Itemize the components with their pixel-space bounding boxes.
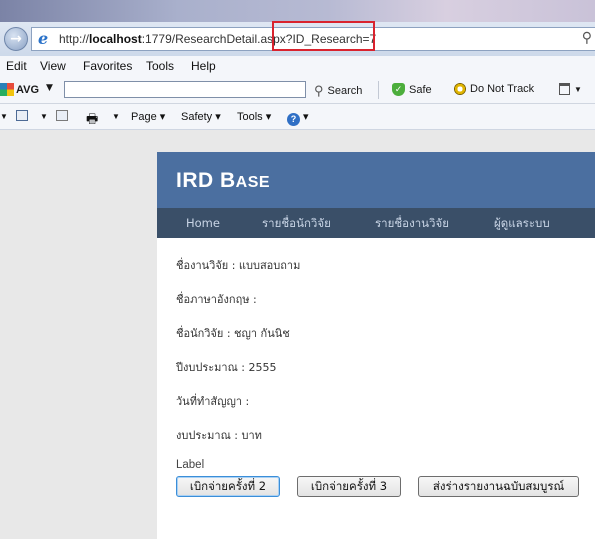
chevron-down-icon[interactable]: ▼ bbox=[40, 112, 48, 121]
avg-icon bbox=[0, 83, 14, 96]
safety-menu[interactable]: Safety ▾ bbox=[181, 110, 221, 123]
avg-search-button[interactable]: ⚲ Search bbox=[314, 83, 362, 99]
disburse-2-button[interactable]: เบิกจ่ายครั้งที่ 2 bbox=[176, 476, 280, 497]
shield-check-icon: ✓ bbox=[392, 83, 405, 96]
page-menu[interactable]: Page ▾ bbox=[131, 110, 165, 123]
chevron-down-icon[interactable]: ▼ bbox=[112, 112, 120, 121]
menu-help[interactable]: Help bbox=[191, 59, 216, 73]
nav-researchers[interactable]: รายชื่อนักวิจัย bbox=[262, 208, 331, 238]
clear-history-button[interactable]: ▼ bbox=[559, 83, 582, 95]
field-english-name: ชื่อภาษาอังกฤษ : bbox=[176, 293, 257, 306]
mail-button[interactable] bbox=[56, 110, 68, 123]
field-contract-date: วันที่ทำสัญญา : bbox=[176, 395, 250, 408]
print-button[interactable]: 🖶 bbox=[86, 110, 98, 132]
menu-edit[interactable]: Edit bbox=[6, 59, 27, 73]
avg-search-input[interactable] bbox=[64, 81, 306, 98]
menu-favorites[interactable]: Favorites bbox=[83, 59, 132, 73]
menu-bar: Edit View Favorites Tools Help bbox=[0, 56, 595, 76]
avg-toolbar: AVG ▼ ⚲ Search ✓ Safe Do Not Track ▼ bbox=[0, 76, 595, 104]
field-budget: งบประมาณ : บาท bbox=[176, 429, 262, 442]
site-title: IRD BASE bbox=[176, 169, 271, 192]
help-menu[interactable]: ? ▾ bbox=[287, 110, 309, 126]
web-page: IRD BASE Home รายชื่อนักวิจัย รายชื่องาน… bbox=[157, 152, 595, 539]
url-highlight-annotation bbox=[272, 21, 375, 51]
avg-dropdown-icon[interactable]: ▼ bbox=[46, 83, 53, 93]
avg-logo[interactable]: AVG bbox=[0, 83, 39, 96]
trash-icon bbox=[559, 83, 570, 95]
command-bar: ▼ ▼ 🖶 ▼ Page ▾ Safety ▾ Tools ▾ ? ▾ bbox=[0, 104, 595, 130]
search-icon[interactable]: ⚲ bbox=[582, 30, 592, 46]
submit-final-report-button[interactable]: ส่งร่างรายงานฉบับสมบูรณ์ bbox=[418, 476, 579, 497]
feeds-button[interactable] bbox=[16, 110, 28, 123]
ie-logo-icon: e bbox=[38, 29, 49, 48]
arrow-right-icon: → bbox=[10, 31, 22, 47]
label-text: Label bbox=[176, 459, 205, 471]
site-nav: Home รายชื่อนักวิจัย รายชื่องานวิจัย ผู้… bbox=[157, 208, 595, 238]
toolbar-divider bbox=[378, 81, 379, 99]
mail-icon bbox=[56, 110, 68, 121]
site-header: IRD BASE bbox=[157, 152, 595, 208]
menu-view[interactable]: View bbox=[40, 59, 66, 73]
field-fiscal-year: ปีงบประมาณ : 2555 bbox=[176, 361, 277, 374]
chevron-down-icon: ▼ bbox=[574, 84, 582, 94]
window-title-strip bbox=[0, 0, 595, 22]
tools-menu[interactable]: Tools ▾ bbox=[237, 110, 271, 123]
printer-icon: 🖶 bbox=[86, 111, 99, 126]
field-researcher: ชื่อนักวิจัย : ชญา กันนิช bbox=[176, 327, 290, 340]
nav-admin[interactable]: ผู้ดูแลระบบ bbox=[494, 208, 550, 238]
magnifier-icon: ⚲ bbox=[314, 83, 324, 98]
avg-safe-button[interactable]: ✓ Safe bbox=[392, 83, 432, 96]
do-not-track-button[interactable]: Do Not Track bbox=[454, 83, 534, 95]
do-not-track-icon bbox=[454, 83, 466, 95]
nav-research-list[interactable]: รายชื่องานวิจัย bbox=[375, 208, 449, 238]
nav-home[interactable]: Home bbox=[186, 208, 220, 238]
forward-button[interactable]: → bbox=[4, 27, 28, 51]
help-icon: ? bbox=[287, 113, 300, 126]
feeds-icon bbox=[16, 110, 28, 121]
field-research-name: ชื่องานวิจัย : แบบสอบถาม bbox=[176, 259, 301, 272]
menu-tools[interactable]: Tools bbox=[146, 59, 174, 73]
chevron-down-icon[interactable]: ▼ bbox=[0, 112, 8, 121]
disburse-3-button[interactable]: เบิกจ่ายครั้งที่ 3 bbox=[297, 476, 401, 497]
avg-brand-label: AVG bbox=[16, 83, 40, 96]
